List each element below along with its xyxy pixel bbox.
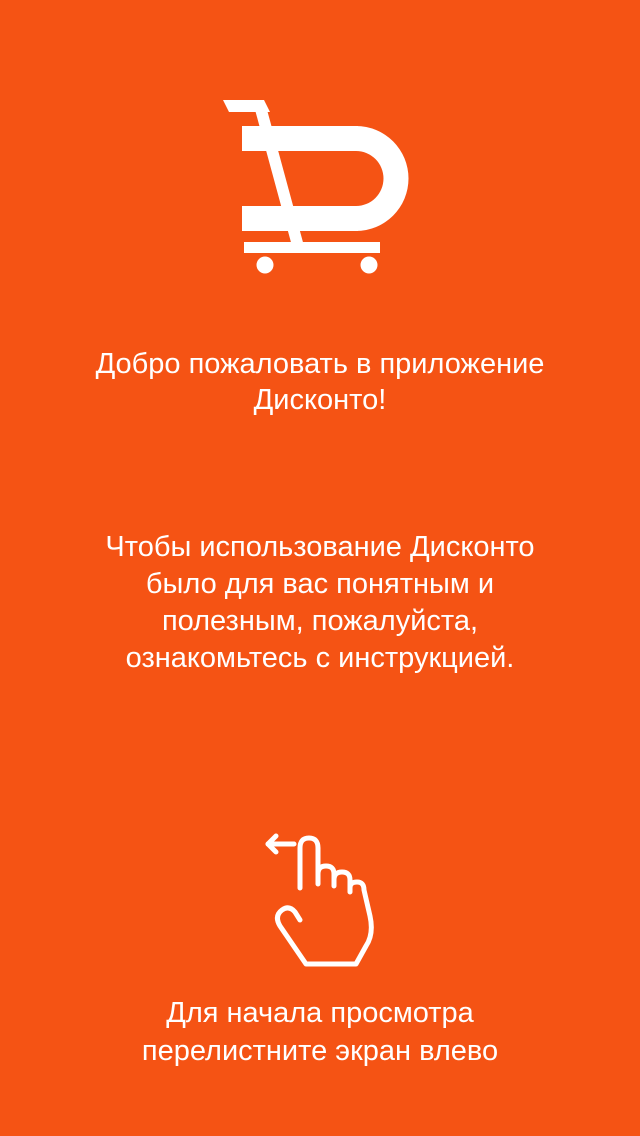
swipe-hint-text: Для начала просмотра перелистните экран … bbox=[40, 994, 600, 1070]
welcome-line-2: Дисконто! bbox=[253, 384, 387, 416]
welcome-heading: Добро пожаловать в приложение Дисконто! bbox=[40, 346, 600, 418]
instructions-text: Чтобы использование Дисконто было для ва… bbox=[40, 529, 600, 677]
cart-logo-icon bbox=[223, 100, 409, 274]
instructions-line-1: Чтобы использование Дисконто bbox=[105, 531, 535, 563]
onboarding-screen[interactable]: Добро пожаловать в приложение Дисконто! … bbox=[0, 0, 640, 1136]
instructions-line-2: было для вас понятным и bbox=[145, 568, 495, 600]
instructions-line-4: ознакомьтесь с инструкцией. bbox=[125, 642, 515, 674]
swipe-hint-line-1: Для начала просмотра bbox=[166, 997, 474, 1029]
swipe-left-hand-icon bbox=[265, 833, 374, 967]
welcome-line-1: Добро пожаловать в приложение bbox=[95, 348, 545, 380]
swipe-hint-line-2: перелистните экран влево bbox=[141, 1035, 499, 1067]
instructions-line-3: полезным, пожалуйста, bbox=[161, 605, 479, 637]
